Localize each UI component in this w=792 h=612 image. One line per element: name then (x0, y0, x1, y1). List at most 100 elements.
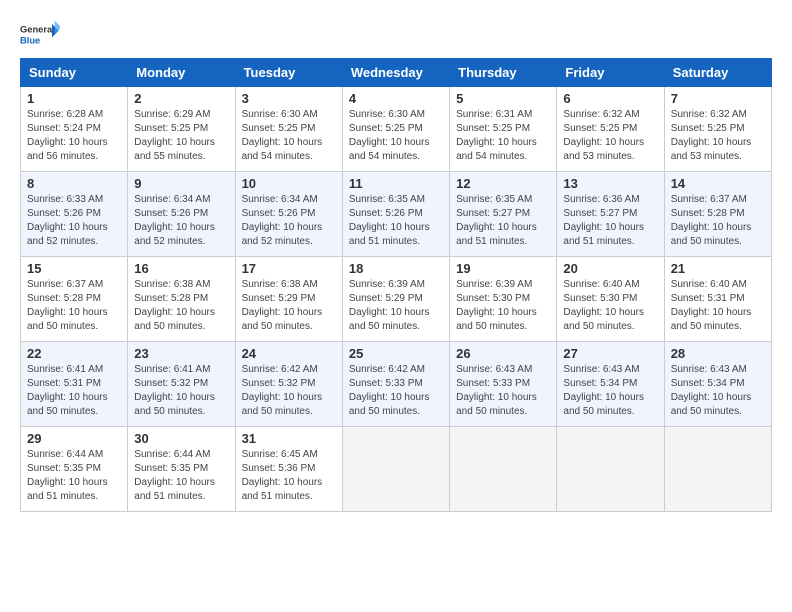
day-number: 15 (27, 261, 121, 276)
calendar-cell: 9 Sunrise: 6:34 AM Sunset: 5:26 PM Dayli… (128, 172, 235, 257)
day-info: Sunrise: 6:32 AM Sunset: 5:25 PM Dayligh… (563, 108, 657, 164)
page-wrapper: General Blue Sunday Monday Tuesday Wedne… (20, 20, 772, 512)
day-number: 30 (134, 431, 228, 446)
calendar-cell: 28 Sunrise: 6:43 AM Sunset: 5:34 PM Dayl… (664, 342, 771, 427)
day-number: 6 (563, 91, 657, 106)
calendar-cell: 8 Sunrise: 6:33 AM Sunset: 5:26 PM Dayli… (21, 172, 128, 257)
day-info: Sunrise: 6:45 AM Sunset: 5:36 PM Dayligh… (242, 448, 336, 504)
calendar-cell: 26 Sunrise: 6:43 AM Sunset: 5:33 PM Dayl… (450, 342, 557, 427)
day-info: Sunrise: 6:40 AM Sunset: 5:31 PM Dayligh… (671, 278, 765, 334)
calendar-cell: 6 Sunrise: 6:32 AM Sunset: 5:25 PM Dayli… (557, 87, 664, 172)
calendar-cell: 22 Sunrise: 6:41 AM Sunset: 5:31 PM Dayl… (21, 342, 128, 427)
day-number: 10 (242, 176, 336, 191)
calendar-header-row: Sunday Monday Tuesday Wednesday Thursday… (21, 59, 772, 87)
calendar-cell (664, 427, 771, 512)
col-wednesday: Wednesday (342, 59, 449, 87)
day-number: 9 (134, 176, 228, 191)
col-friday: Friday (557, 59, 664, 87)
day-number: 3 (242, 91, 336, 106)
day-number: 23 (134, 346, 228, 361)
calendar-cell: 27 Sunrise: 6:43 AM Sunset: 5:34 PM Dayl… (557, 342, 664, 427)
day-number: 29 (27, 431, 121, 446)
col-monday: Monday (128, 59, 235, 87)
day-number: 18 (349, 261, 443, 276)
week-row-2: 8 Sunrise: 6:33 AM Sunset: 5:26 PM Dayli… (21, 172, 772, 257)
calendar-cell: 7 Sunrise: 6:32 AM Sunset: 5:25 PM Dayli… (664, 87, 771, 172)
week-row-1: 1 Sunrise: 6:28 AM Sunset: 5:24 PM Dayli… (21, 87, 772, 172)
calendar-cell: 23 Sunrise: 6:41 AM Sunset: 5:32 PM Dayl… (128, 342, 235, 427)
day-info: Sunrise: 6:43 AM Sunset: 5:34 PM Dayligh… (671, 363, 765, 419)
calendar-cell: 3 Sunrise: 6:30 AM Sunset: 5:25 PM Dayli… (235, 87, 342, 172)
day-info: Sunrise: 6:30 AM Sunset: 5:25 PM Dayligh… (349, 108, 443, 164)
day-info: Sunrise: 6:33 AM Sunset: 5:26 PM Dayligh… (27, 193, 121, 249)
svg-text:General: General (20, 25, 55, 35)
day-number: 31 (242, 431, 336, 446)
calendar-cell: 29 Sunrise: 6:44 AM Sunset: 5:35 PM Dayl… (21, 427, 128, 512)
day-number: 2 (134, 91, 228, 106)
day-info: Sunrise: 6:34 AM Sunset: 5:26 PM Dayligh… (242, 193, 336, 249)
day-number: 26 (456, 346, 550, 361)
day-info: Sunrise: 6:39 AM Sunset: 5:30 PM Dayligh… (456, 278, 550, 334)
day-info: Sunrise: 6:43 AM Sunset: 5:34 PM Dayligh… (563, 363, 657, 419)
day-number: 27 (563, 346, 657, 361)
day-info: Sunrise: 6:31 AM Sunset: 5:25 PM Dayligh… (456, 108, 550, 164)
calendar-table: Sunday Monday Tuesday Wednesday Thursday… (20, 58, 772, 512)
logo-area: General Blue (20, 20, 60, 50)
day-number: 11 (349, 176, 443, 191)
day-info: Sunrise: 6:40 AM Sunset: 5:30 PM Dayligh… (563, 278, 657, 334)
day-info: Sunrise: 6:37 AM Sunset: 5:28 PM Dayligh… (671, 193, 765, 249)
day-info: Sunrise: 6:38 AM Sunset: 5:28 PM Dayligh… (134, 278, 228, 334)
day-info: Sunrise: 6:38 AM Sunset: 5:29 PM Dayligh… (242, 278, 336, 334)
calendar-cell (557, 427, 664, 512)
day-info: Sunrise: 6:34 AM Sunset: 5:26 PM Dayligh… (134, 193, 228, 249)
day-info: Sunrise: 6:44 AM Sunset: 5:35 PM Dayligh… (134, 448, 228, 504)
day-number: 8 (27, 176, 121, 191)
day-info: Sunrise: 6:37 AM Sunset: 5:28 PM Dayligh… (27, 278, 121, 334)
calendar-cell: 12 Sunrise: 6:35 AM Sunset: 5:27 PM Dayl… (450, 172, 557, 257)
calendar-cell: 1 Sunrise: 6:28 AM Sunset: 5:24 PM Dayli… (21, 87, 128, 172)
week-row-5: 29 Sunrise: 6:44 AM Sunset: 5:35 PM Dayl… (21, 427, 772, 512)
day-number: 24 (242, 346, 336, 361)
calendar-cell: 10 Sunrise: 6:34 AM Sunset: 5:26 PM Dayl… (235, 172, 342, 257)
day-number: 28 (671, 346, 765, 361)
calendar-cell: 13 Sunrise: 6:36 AM Sunset: 5:27 PM Dayl… (557, 172, 664, 257)
calendar-cell: 25 Sunrise: 6:42 AM Sunset: 5:33 PM Dayl… (342, 342, 449, 427)
day-number: 21 (671, 261, 765, 276)
week-row-3: 15 Sunrise: 6:37 AM Sunset: 5:28 PM Dayl… (21, 257, 772, 342)
day-info: Sunrise: 6:44 AM Sunset: 5:35 PM Dayligh… (27, 448, 121, 504)
day-info: Sunrise: 6:35 AM Sunset: 5:27 PM Dayligh… (456, 193, 550, 249)
day-number: 22 (27, 346, 121, 361)
day-number: 14 (671, 176, 765, 191)
day-number: 16 (134, 261, 228, 276)
calendar-cell: 2 Sunrise: 6:29 AM Sunset: 5:25 PM Dayli… (128, 87, 235, 172)
week-row-4: 22 Sunrise: 6:41 AM Sunset: 5:31 PM Dayl… (21, 342, 772, 427)
calendar-cell: 4 Sunrise: 6:30 AM Sunset: 5:25 PM Dayli… (342, 87, 449, 172)
calendar-cell: 19 Sunrise: 6:39 AM Sunset: 5:30 PM Dayl… (450, 257, 557, 342)
day-info: Sunrise: 6:36 AM Sunset: 5:27 PM Dayligh… (563, 193, 657, 249)
calendar-cell (450, 427, 557, 512)
day-info: Sunrise: 6:43 AM Sunset: 5:33 PM Dayligh… (456, 363, 550, 419)
day-number: 1 (27, 91, 121, 106)
day-number: 5 (456, 91, 550, 106)
calendar-cell: 5 Sunrise: 6:31 AM Sunset: 5:25 PM Dayli… (450, 87, 557, 172)
calendar-cell: 17 Sunrise: 6:38 AM Sunset: 5:29 PM Dayl… (235, 257, 342, 342)
day-number: 13 (563, 176, 657, 191)
calendar-cell: 18 Sunrise: 6:39 AM Sunset: 5:29 PM Dayl… (342, 257, 449, 342)
col-saturday: Saturday (664, 59, 771, 87)
day-info: Sunrise: 6:42 AM Sunset: 5:33 PM Dayligh… (349, 363, 443, 419)
col-sunday: Sunday (21, 59, 128, 87)
calendar-cell: 24 Sunrise: 6:42 AM Sunset: 5:32 PM Dayl… (235, 342, 342, 427)
day-info: Sunrise: 6:28 AM Sunset: 5:24 PM Dayligh… (27, 108, 121, 164)
day-info: Sunrise: 6:35 AM Sunset: 5:26 PM Dayligh… (349, 193, 443, 249)
col-thursday: Thursday (450, 59, 557, 87)
col-tuesday: Tuesday (235, 59, 342, 87)
day-number: 17 (242, 261, 336, 276)
day-info: Sunrise: 6:32 AM Sunset: 5:25 PM Dayligh… (671, 108, 765, 164)
day-number: 12 (456, 176, 550, 191)
calendar-cell (342, 427, 449, 512)
calendar-cell: 15 Sunrise: 6:37 AM Sunset: 5:28 PM Dayl… (21, 257, 128, 342)
general-blue-logo-icon: General Blue (20, 20, 60, 48)
calendar-cell: 31 Sunrise: 6:45 AM Sunset: 5:36 PM Dayl… (235, 427, 342, 512)
svg-text:Blue: Blue (20, 35, 40, 45)
day-info: Sunrise: 6:41 AM Sunset: 5:31 PM Dayligh… (27, 363, 121, 419)
